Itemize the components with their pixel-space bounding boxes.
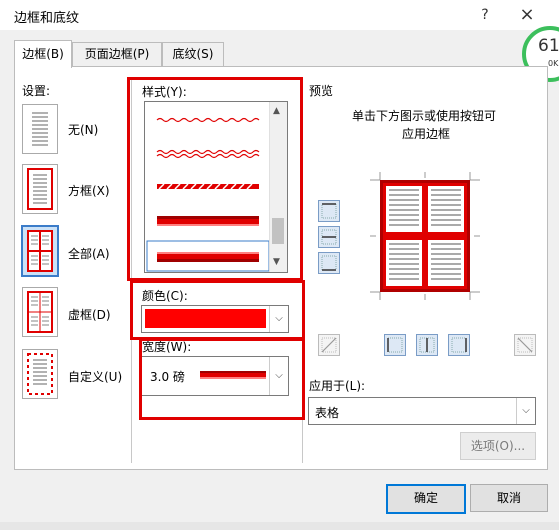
options-button[interactable]: 选项(O)... — [460, 432, 536, 460]
setting-custom-icon[interactable] — [22, 349, 58, 399]
setting-all-icon[interactable] — [21, 225, 59, 277]
left-border-button[interactable] — [384, 334, 406, 356]
badge-sub: 0K — [548, 59, 559, 68]
tab-borders[interactable]: 边框(B) — [14, 40, 72, 68]
chevron-down-icon[interactable]: ⌵ — [516, 398, 535, 424]
help-icon[interactable]: ? — [472, 4, 498, 26]
close-icon[interactable]: × — [514, 4, 540, 26]
setting-none-icon[interactable] — [22, 104, 58, 154]
setting-custom-label[interactable]: 自定义(U) — [68, 368, 122, 385]
bottom-border-button[interactable] — [318, 252, 340, 274]
right-border-button[interactable] — [448, 334, 470, 356]
preview-label: 预览 — [309, 84, 334, 98]
tab-page-borders[interactable]: 页面边框(P) — [72, 42, 162, 66]
preview-hint-line2: 应用边框 — [402, 127, 451, 141]
setting-none-label[interactable]: 无(N) — [68, 121, 98, 138]
diagonal-up-border-button[interactable] — [514, 334, 536, 356]
apply-to-value: 表格 — [315, 406, 340, 420]
borders-shading-dialog: 边框和底纹 ? × 61 0K 边框(B) 页面边框(P) 底纹(S) 设置: … — [0, 0, 559, 530]
highlight-style-box — [127, 77, 303, 281]
cancel-button[interactable]: 取消 — [470, 484, 548, 512]
tab-shading[interactable]: 底纹(S) — [162, 42, 224, 66]
highlight-color-box — [130, 280, 305, 340]
badge-number: 61 — [538, 36, 559, 56]
window-title: 边框和底纹 — [14, 11, 80, 26]
setting-all-label[interactable]: 全部(A) — [68, 245, 110, 262]
title-bar: 边框和底纹 ? × — [0, 0, 559, 30]
setting-box-icon[interactable] — [22, 164, 58, 214]
apply-to-dropdown[interactable]: 表格 ⌵ — [308, 397, 536, 425]
status-strip — [0, 522, 559, 530]
preview-table[interactable] — [370, 172, 480, 300]
apply-to-label: 应用于(L): — [309, 379, 366, 393]
ok-button[interactable]: 确定 — [386, 484, 466, 514]
inside-vertical-border-button[interactable] — [416, 334, 438, 356]
settings-label: 设置: — [22, 84, 51, 98]
highlight-width-box — [139, 338, 305, 420]
top-border-button[interactable] — [318, 200, 340, 222]
setting-grid-label[interactable]: 虚框(D) — [68, 306, 111, 323]
preview-hint-line1: 单击下方图示或使用按钮可 — [352, 109, 497, 123]
setting-box-label[interactable]: 方框(X) — [68, 182, 110, 199]
diagonal-down-border-button[interactable] — [318, 334, 340, 356]
setting-grid-icon[interactable] — [22, 287, 58, 337]
inside-horizontal-border-button[interactable] — [318, 226, 340, 248]
